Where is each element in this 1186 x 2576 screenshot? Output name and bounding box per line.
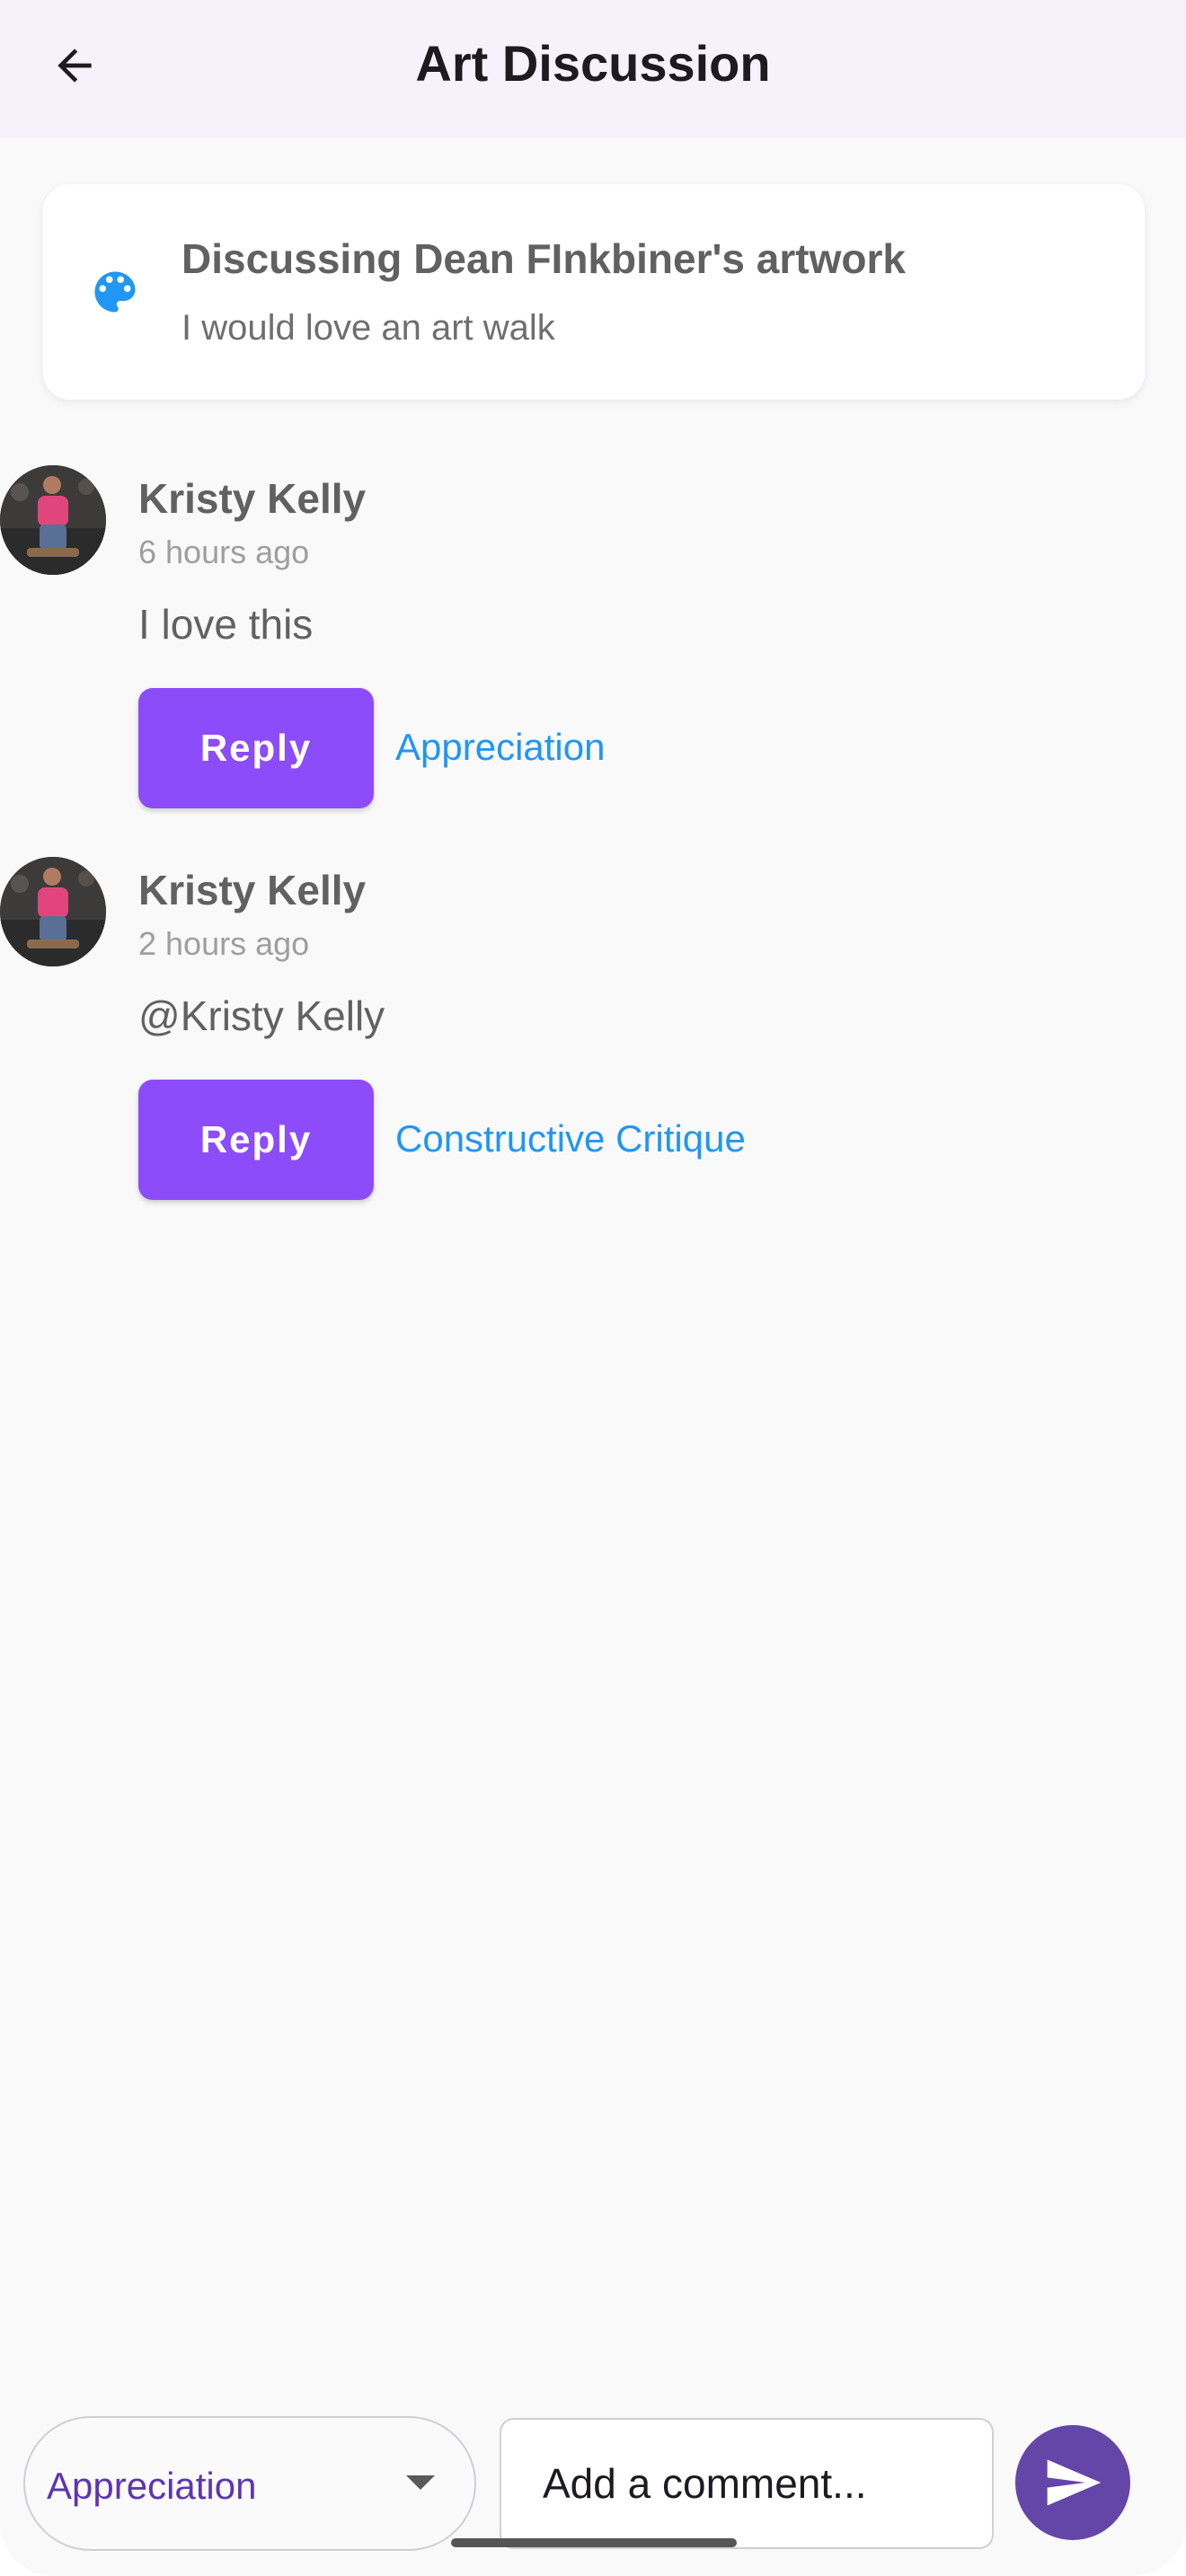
home-indicator — [451, 2538, 737, 2547]
comment-text: I love this — [138, 601, 314, 648]
screen: Art Discussion Discussing Dean FInkbiner… — [0, 0, 1186, 2576]
avatar-photo — [0, 857, 106, 966]
comment-timestamp: 6 hours ago — [138, 534, 310, 570]
page-title: Art Discussion — [415, 35, 771, 92]
reply-button[interactable]: Reply — [138, 1080, 374, 1200]
avatar[interactable] — [0, 857, 106, 966]
topic-card: Discussing Dean FInkbiner's artwork I wo… — [43, 184, 1145, 400]
comment-input[interactable] — [500, 2418, 994, 2549]
chevron-down-icon — [406, 2475, 435, 2490]
comment-item: Kristy Kelly 2 hours ago @Kristy Kelly R… — [0, 857, 1186, 1234]
reply-button[interactable]: Reply — [138, 688, 374, 808]
comment-item: Kristy Kelly 6 hours ago I love this Rep… — [0, 465, 1186, 842]
palette-icon — [94, 271, 136, 313]
comment-timestamp: 2 hours ago — [138, 925, 310, 962]
avatar[interactable] — [0, 465, 106, 575]
comment-category-link[interactable]: Appreciation — [395, 726, 605, 769]
category-selected-value: Appreciation — [47, 2465, 257, 2507]
category-dropdown[interactable]: Appreciation — [23, 2416, 476, 2551]
app-bar: Art Discussion — [0, 0, 1186, 138]
comment-author: Kristy Kelly — [138, 867, 367, 913]
topic-title: Discussing Dean FInkbiner's artwork — [181, 235, 906, 282]
send-icon — [1047, 2459, 1102, 2506]
comment-text: @Kristy Kelly — [138, 992, 385, 1039]
topic-subtitle: I would love an art walk — [181, 308, 555, 348]
avatar-photo — [0, 465, 106, 575]
comment-author: Kristy Kelly — [138, 475, 367, 522]
comment-category-link[interactable]: Constructive Critique — [395, 1117, 746, 1160]
send-button[interactable] — [1015, 2425, 1130, 2540]
